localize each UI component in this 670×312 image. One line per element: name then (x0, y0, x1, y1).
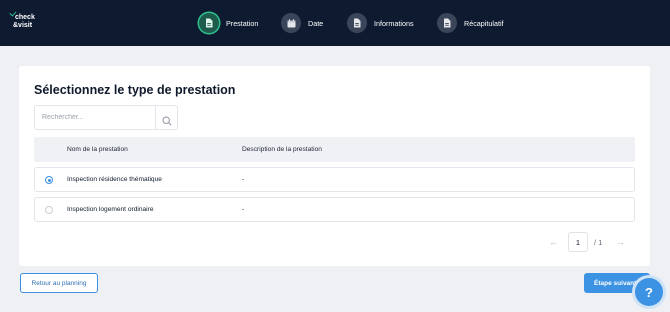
search-icon[interactable] (162, 113, 172, 131)
previous-page-arrow-icon[interactable]: ← (549, 237, 558, 247)
radio-button-selected[interactable] (45, 176, 53, 184)
page-total: / 1 (594, 238, 603, 247)
step-label: Récapitulatif (464, 18, 504, 28)
search-divider (155, 106, 156, 129)
table-row[interactable]: Inspection logement ordinaire - (34, 197, 635, 222)
prestation-name: Inspection logement ordinaire (67, 206, 154, 213)
help-icon[interactable]: ? (635, 278, 663, 306)
back-to-planning-button[interactable]: Retour au planning (20, 273, 98, 293)
step-label: Informations (374, 18, 414, 28)
document-icon (347, 13, 367, 33)
prestation-name: Inspection résidence thématique (67, 176, 162, 183)
table-header: Nom de la prestation Description de la p… (34, 137, 635, 162)
search-input[interactable] (35, 106, 155, 129)
step-prestation[interactable]: Prestation (199, 13, 258, 33)
current-page-input[interactable]: 1 (568, 232, 588, 252)
prestation-description: - (242, 176, 245, 183)
prestation-selection-card: Sélectionnez le type de prestation Nom d… (19, 66, 650, 266)
table-row[interactable]: Inspection résidence thématique - (34, 167, 635, 192)
step-date[interactable]: Date (281, 13, 323, 33)
search-box (34, 105, 178, 130)
step-informations[interactable]: Informations (347, 13, 414, 33)
step-recapitulatif[interactable]: Récapitulatif (437, 13, 504, 33)
document-icon (199, 13, 219, 33)
check-and-visit-logo[interactable]: check &visit (9, 9, 41, 33)
prestation-description: - (242, 206, 245, 213)
logo-text-line1: check (15, 14, 35, 21)
next-page-arrow-icon[interactable]: → (616, 237, 625, 247)
column-header-name: Nom de la prestation (67, 146, 128, 153)
calendar-icon (281, 13, 301, 33)
step-label: Prestation (226, 18, 259, 28)
top-navigation-bar: check &visit Prestation Date Information… (0, 0, 670, 46)
step-label: Date (308, 18, 324, 28)
document-icon (437, 13, 457, 33)
column-header-description: Description de la prestation (242, 146, 322, 153)
logo-text-line2: &visit (13, 22, 33, 29)
page-title: Sélectionnez le type de prestation (34, 83, 236, 97)
radio-button[interactable] (45, 206, 53, 214)
